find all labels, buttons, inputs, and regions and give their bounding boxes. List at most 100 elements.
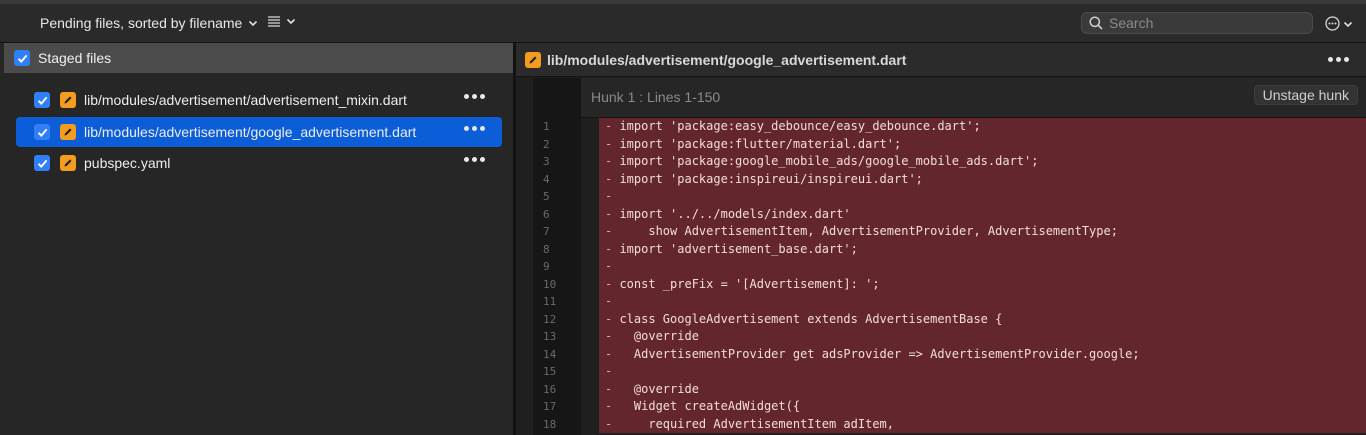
chevron-down-icon — [1343, 21, 1353, 27]
line-spacer — [581, 275, 599, 293]
ellipsis-circle-icon — [1325, 16, 1340, 31]
diff-line[interactable]: 14 - AdvertisementProvider get adsProvide… — [533, 345, 1366, 363]
diff-line[interactable]: 6 - import '../../models/index.dart' — [533, 205, 1366, 223]
checkmark-icon — [37, 128, 47, 137]
removed-line: - — [599, 293, 1366, 311]
unstage-hunk-button[interactable]: Unstage hunk — [1253, 85, 1358, 105]
removed-line: - @override — [599, 328, 1366, 346]
file-checkbox[interactable] — [34, 155, 50, 171]
file-name: lib/modules/advertisement/advertisement_… — [84, 92, 407, 108]
removed-marker: - — [605, 276, 620, 291]
pencil-icon — [60, 124, 76, 140]
search-field[interactable] — [1081, 12, 1313, 34]
removed-line: - import 'package:easy_debounce/easy_deb… — [599, 118, 1366, 136]
removed-marker: - — [605, 416, 620, 431]
line-number: 6 — [533, 205, 581, 223]
file-row[interactable]: lib/modules/advertisement/google_adverti… — [16, 117, 502, 147]
diff-line[interactable]: 12 - class GoogleAdvertisement extends Ad… — [533, 310, 1366, 328]
hunk-title: Hunk 1 : Lines 1-150 — [591, 89, 721, 105]
removed-marker: - — [605, 171, 620, 186]
line-spacer — [581, 380, 599, 398]
diff-panel: lib/modules/advertisement/google_adverti… — [516, 43, 1366, 435]
checkmark-icon — [37, 96, 47, 105]
diff-line[interactable]: 16 - @override — [533, 380, 1366, 398]
diff-line[interactable]: 5- — [533, 188, 1366, 206]
removed-marker: - — [605, 329, 620, 343]
removed-marker: - — [605, 259, 620, 273]
diff-more-icon[interactable] — [1328, 57, 1349, 62]
removed-marker: - — [605, 399, 620, 413]
line-text: import 'advertisement_base.dart'; — [619, 241, 858, 256]
sort-label: Pending files, sorted by filename — [40, 15, 243, 31]
removed-marker: - — [605, 381, 620, 396]
removed-line: - const _preFix = '[Advertisement]: '; — [599, 275, 1366, 293]
diff-line[interactable]: 7 - show AdvertisementItem, Advertisement… — [533, 223, 1366, 241]
line-spacer — [581, 415, 599, 433]
line-number: 8 — [533, 240, 581, 258]
removed-marker: - — [605, 311, 620, 326]
removed-marker: - — [605, 136, 620, 151]
diff-line[interactable]: 10 - const _preFix = '[Advertisement]: '; — [533, 275, 1366, 293]
view-options-dropdown[interactable] — [268, 15, 296, 27]
removed-marker: - — [605, 241, 620, 256]
diff-line[interactable]: 8 - import 'advertisement_base.dart'; — [533, 240, 1366, 258]
file-more-icon[interactable] — [464, 126, 485, 131]
line-spacer — [581, 345, 599, 363]
line-number: 18 — [533, 415, 581, 433]
file-checkbox[interactable] — [34, 124, 50, 140]
line-number: 10 — [533, 275, 581, 293]
removed-line: - import 'package:flutter/material.dart'… — [599, 135, 1366, 153]
file-more-icon[interactable] — [464, 94, 485, 99]
diff-line[interactable]: 17 - Widget createAdWidget({ — [533, 398, 1366, 416]
line-number: 9 — [533, 258, 581, 276]
file-row[interactable]: lib/modules/advertisement/advertisement_… — [16, 85, 502, 115]
checkmark-icon — [17, 54, 27, 63]
removed-marker: - — [605, 154, 620, 168]
file-row[interactable]: pubspec.yaml — [16, 148, 502, 178]
line-text: const _preFix = '[Advertisement]: '; — [619, 276, 880, 291]
removed-line: - import '../../models/index.dart' — [599, 205, 1366, 223]
line-number: 16 — [533, 380, 581, 398]
chevron-down-icon — [286, 18, 296, 25]
diff-file-header: lib/modules/advertisement/google_adverti… — [516, 43, 1366, 77]
line-number: 17 — [533, 398, 581, 416]
file-name: lib/modules/advertisement/google_adverti… — [84, 124, 417, 140]
file-checkbox[interactable] — [34, 92, 50, 108]
staged-files-label: Staged files — [38, 50, 112, 66]
line-text: class GoogleAdvertisement extends Advert… — [619, 311, 1003, 326]
removed-marker: - — [605, 346, 620, 361]
diff-line[interactable]: 9- — [533, 258, 1366, 276]
line-number: 4 — [533, 170, 581, 188]
more-options-menu[interactable] — [1325, 16, 1353, 31]
diff-line[interactable]: 4 - import 'package:inspireui/inspireui.d… — [533, 170, 1366, 188]
line-spacer — [581, 170, 599, 188]
removed-line: - AdvertisementProvider get adsProvider … — [599, 345, 1366, 363]
line-text: AdvertisementProvider get adsProvider =>… — [619, 346, 1140, 361]
diff-line[interactable]: 15 - — [533, 363, 1366, 381]
removed-line: - — [599, 188, 1366, 206]
list-icon — [268, 16, 280, 27]
file-more-icon[interactable] — [464, 157, 485, 162]
line-text: show AdvertisementItem, AdvertisementPro… — [619, 224, 1118, 238]
diff-line[interactable]: 3 - import 'package:google_mobile_ads/goo… — [533, 153, 1366, 171]
diff-line[interactable]: 1 - import 'package:easy_debounce/easy_de… — [533, 118, 1366, 136]
diff-line[interactable]: 18 - required AdvertisementItem adItem, — [533, 415, 1366, 433]
search-input[interactable] — [1109, 15, 1299, 31]
line-spacer — [581, 240, 599, 258]
staged-files-header[interactable]: Staged files — [4, 43, 513, 73]
search-icon — [1089, 16, 1103, 30]
line-text: import 'package:google_mobile_ads/google… — [619, 154, 1039, 168]
removed-marker: - — [605, 206, 620, 221]
line-number: 15 — [533, 363, 581, 381]
hunk-header: Hunk 1 : Lines 1-150 Unstage hunk — [581, 78, 1366, 118]
diff-line[interactable]: 13 - @override — [533, 328, 1366, 346]
diff-line[interactable]: 11 - — [533, 293, 1366, 311]
diff-line[interactable]: 2 - import 'package:flutter/material.dart… — [533, 135, 1366, 153]
line-number: 2 — [533, 135, 581, 153]
removed-marker: - — [605, 224, 620, 238]
line-text: import 'package:inspireui/inspireui.dart… — [619, 171, 923, 186]
removed-line: - import 'advertisement_base.dart'; — [599, 240, 1366, 258]
staged-all-checkbox[interactable] — [14, 50, 30, 66]
diff-code-area: 1 - import 'package:easy_debounce/easy_de… — [533, 118, 1366, 435]
sort-dropdown[interactable]: Pending files, sorted by filename — [40, 15, 258, 31]
